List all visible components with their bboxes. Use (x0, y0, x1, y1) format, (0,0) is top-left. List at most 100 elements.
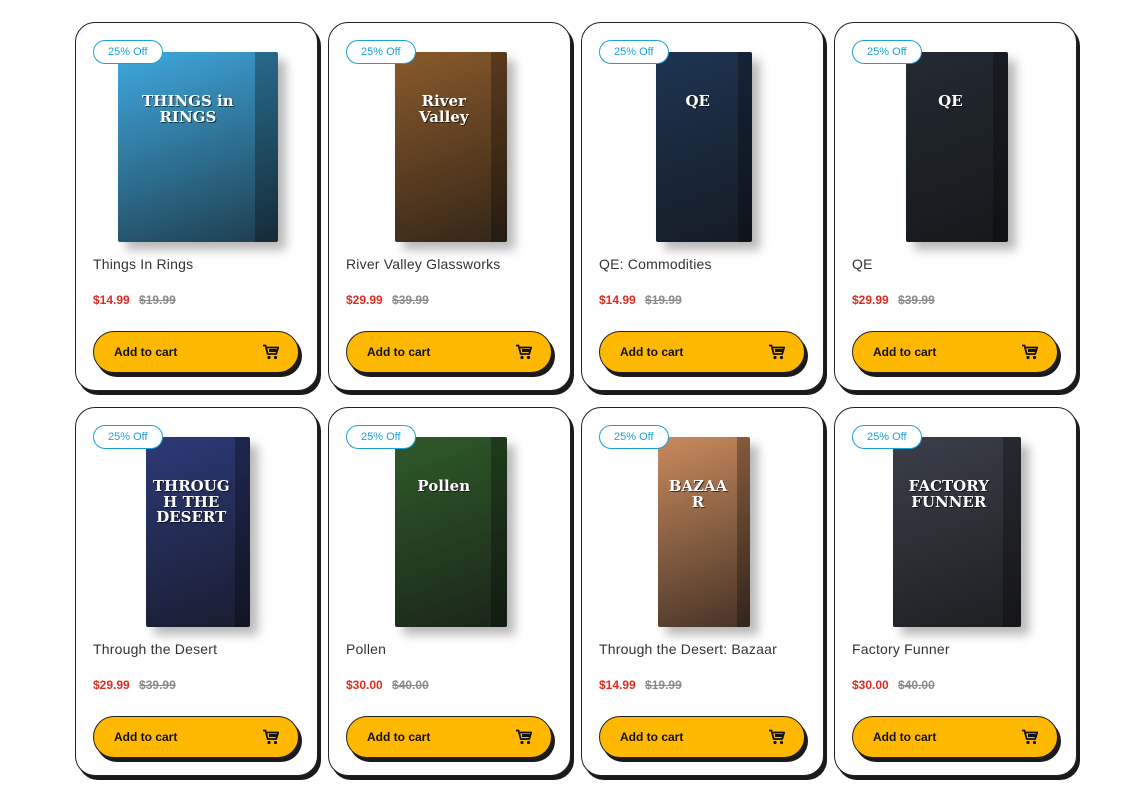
product-card[interactable]: 25% Off BAZAAR Through the Desert: Bazaa… (581, 407, 824, 776)
price-row: $29.99 $39.99 (93, 678, 176, 692)
original-price: $40.00 (392, 678, 429, 692)
cart-icon (262, 344, 280, 363)
product-box-art: THINGS in RINGS (117, 52, 278, 242)
add-to-cart-button[interactable]: Add to cart (852, 331, 1058, 373)
discount-badge: 25% Off (93, 40, 163, 64)
discount-badge: 25% Off (599, 425, 669, 449)
discount-badge: 25% Off (852, 40, 922, 64)
add-to-cart-button[interactable]: Add to cart (599, 716, 805, 758)
product-card[interactable]: 25% Off QE QE: Commodities $14.99 $19.99… (581, 22, 824, 391)
add-to-cart-button[interactable]: Add to cart (93, 331, 299, 373)
product-title[interactable]: Things In Rings (93, 256, 193, 272)
box-side (993, 52, 1008, 242)
cart-icon (1021, 344, 1039, 363)
product-grid: 25% Off THINGS in RINGS Things In Rings … (75, 22, 1077, 776)
add-to-cart-label: Add to cart (114, 730, 178, 744)
product-title[interactable]: Factory Funner (852, 641, 950, 657)
original-price: $39.99 (898, 293, 935, 307)
add-to-cart-label: Add to cart (367, 345, 431, 359)
product-card[interactable]: 25% Off River Valley River Valley Glassw… (328, 22, 571, 391)
sale-price: $29.99 (346, 293, 383, 307)
product-image[interactable]: BAZAAR (612, 434, 795, 630)
sale-price: $30.00 (346, 678, 383, 692)
cart-icon (515, 344, 533, 363)
original-price: $19.99 (645, 293, 682, 307)
product-image[interactable]: River Valley (359, 49, 542, 245)
box-side (234, 437, 250, 627)
product-card[interactable]: 25% Off THROUGH THE DESERT Through the D… (75, 407, 318, 776)
product-box-art: BAZAAR (657, 437, 750, 627)
sale-price: $29.99 (852, 293, 889, 307)
add-to-cart-button[interactable]: Add to cart (346, 716, 552, 758)
original-price: $19.99 (645, 678, 682, 692)
product-image[interactable]: THINGS in RINGS (106, 49, 289, 245)
sale-price: $14.99 (599, 678, 636, 692)
box-side (490, 52, 507, 242)
price-row: $14.99 $19.99 (599, 293, 682, 307)
discount-badge: 25% Off (599, 40, 669, 64)
box-side (738, 52, 752, 242)
box-title: THINGS in RINGS (142, 91, 234, 126)
product-box-art: QE (905, 52, 1008, 242)
sale-price: $14.99 (599, 293, 636, 307)
add-to-cart-label: Add to cart (114, 345, 178, 359)
product-card[interactable]: 25% Off FACTORY FUNNER Factory Funner $3… (834, 407, 1077, 776)
product-box-art: River Valley (394, 52, 507, 242)
add-to-cart-button[interactable]: Add to cart (599, 331, 805, 373)
product-image[interactable]: THROUGH THE DESERT (106, 434, 289, 630)
product-title[interactable]: River Valley Glassworks (346, 256, 501, 272)
original-price: $19.99 (139, 293, 176, 307)
box-title: BAZAAR (668, 476, 728, 511)
sale-price: $14.99 (93, 293, 130, 307)
box-title: River Valley (418, 91, 469, 126)
box-title: THROUGH THE DESERT (152, 476, 230, 527)
product-card[interactable]: 25% Off QE QE $29.99 $39.99 Add to cart (834, 22, 1077, 391)
box-side (490, 437, 507, 627)
product-title[interactable]: Pollen (346, 641, 386, 657)
box-title: QE (938, 91, 963, 110)
product-box-art: FACTORY FUNNER (892, 437, 1021, 627)
product-card[interactable]: 25% Off THINGS in RINGS Things In Rings … (75, 22, 318, 391)
box-title: QE (685, 91, 710, 110)
cart-icon (1021, 729, 1039, 748)
product-title[interactable]: Through the Desert (93, 641, 217, 657)
box-side (255, 52, 278, 242)
box-side (736, 437, 750, 627)
box-title: Pollen (417, 476, 471, 495)
add-to-cart-button[interactable]: Add to cart (852, 716, 1058, 758)
add-to-cart-label: Add to cart (873, 345, 937, 359)
product-card[interactable]: 25% Off Pollen Pollen $30.00 $40.00 Add … (328, 407, 571, 776)
product-box-art: THROUGH THE DESERT (145, 437, 250, 627)
discount-badge: 25% Off (93, 425, 163, 449)
box-title: FACTORY FUNNER (908, 476, 989, 511)
product-image[interactable]: FACTORY FUNNER (865, 434, 1048, 630)
product-box-art: Pollen (394, 437, 507, 627)
price-row: $14.99 $19.99 (599, 678, 682, 692)
original-price: $39.99 (392, 293, 429, 307)
add-to-cart-label: Add to cart (873, 730, 937, 744)
cart-icon (515, 729, 533, 748)
add-to-cart-button[interactable]: Add to cart (346, 331, 552, 373)
original-price: $40.00 (898, 678, 935, 692)
product-image[interactable]: QE (612, 49, 795, 245)
discount-badge: 25% Off (346, 40, 416, 64)
original-price: $39.99 (139, 678, 176, 692)
sale-price: $29.99 (93, 678, 130, 692)
product-title[interactable]: Through the Desert: Bazaar (599, 641, 777, 657)
price-row: $30.00 $40.00 (852, 678, 935, 692)
product-box-art: QE (655, 52, 752, 242)
cart-icon (768, 344, 786, 363)
product-title[interactable]: QE (852, 256, 873, 272)
add-to-cart-label: Add to cart (620, 730, 684, 744)
discount-badge: 25% Off (852, 425, 922, 449)
add-to-cart-label: Add to cart (620, 345, 684, 359)
price-row: $29.99 $39.99 (346, 293, 429, 307)
cart-icon (768, 729, 786, 748)
product-title[interactable]: QE: Commodities (599, 256, 712, 272)
box-side (1002, 437, 1021, 627)
price-row: $29.99 $39.99 (852, 293, 935, 307)
sale-price: $30.00 (852, 678, 889, 692)
product-image[interactable]: Pollen (359, 434, 542, 630)
product-image[interactable]: QE (865, 49, 1048, 245)
add-to-cart-button[interactable]: Add to cart (93, 716, 299, 758)
